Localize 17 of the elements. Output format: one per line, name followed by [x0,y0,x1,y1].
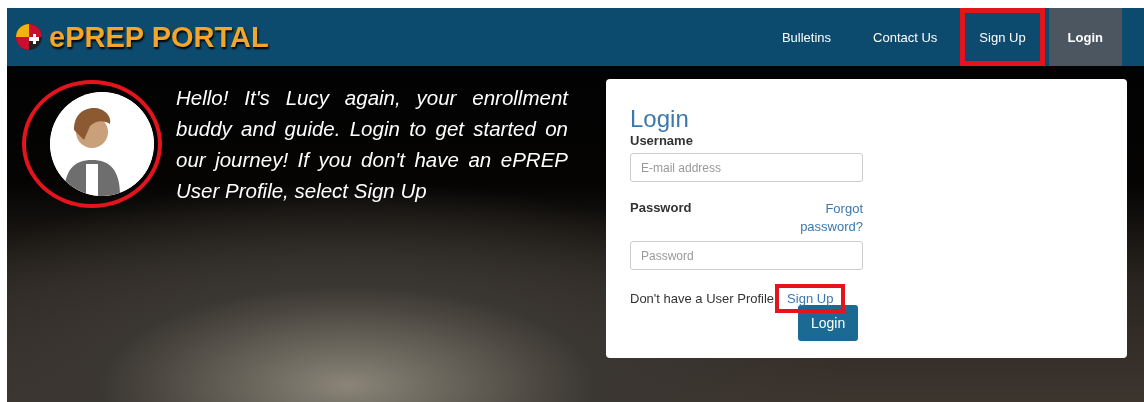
field-label: Password [630,200,692,215]
nav-link[interactable]: Login [1048,8,1122,66]
field-label: Username [630,133,694,148]
signup-prompt: Don't have a User Profile [630,291,775,306]
input-field[interactable]: Password [630,241,863,270]
login-heading: Login [630,105,690,133]
portal-logo-text: ePREP PORTAL [49,20,269,54]
welcome-message: Hello! It's Lucy again, your enrollment buddy and guide. Login to get started on our journey! If you don't have an ePREP User Profile, select Sign Up [176,85,568,204]
nav-link[interactable]: Sign Up [960,8,1045,66]
signup-link[interactable]: Sign Up [775,284,846,313]
login-button[interactable]: Login [798,305,859,341]
input-field[interactable]: E-mail address [630,153,863,182]
avatar-icon [50,92,154,196]
forgot-password-link[interactable]: Forgot password? [783,200,863,236]
flag-logo-icon [15,23,43,51]
nav-link[interactable]: Contact Us [854,8,957,66]
nav-link[interactable]: Bulletins [762,8,851,66]
